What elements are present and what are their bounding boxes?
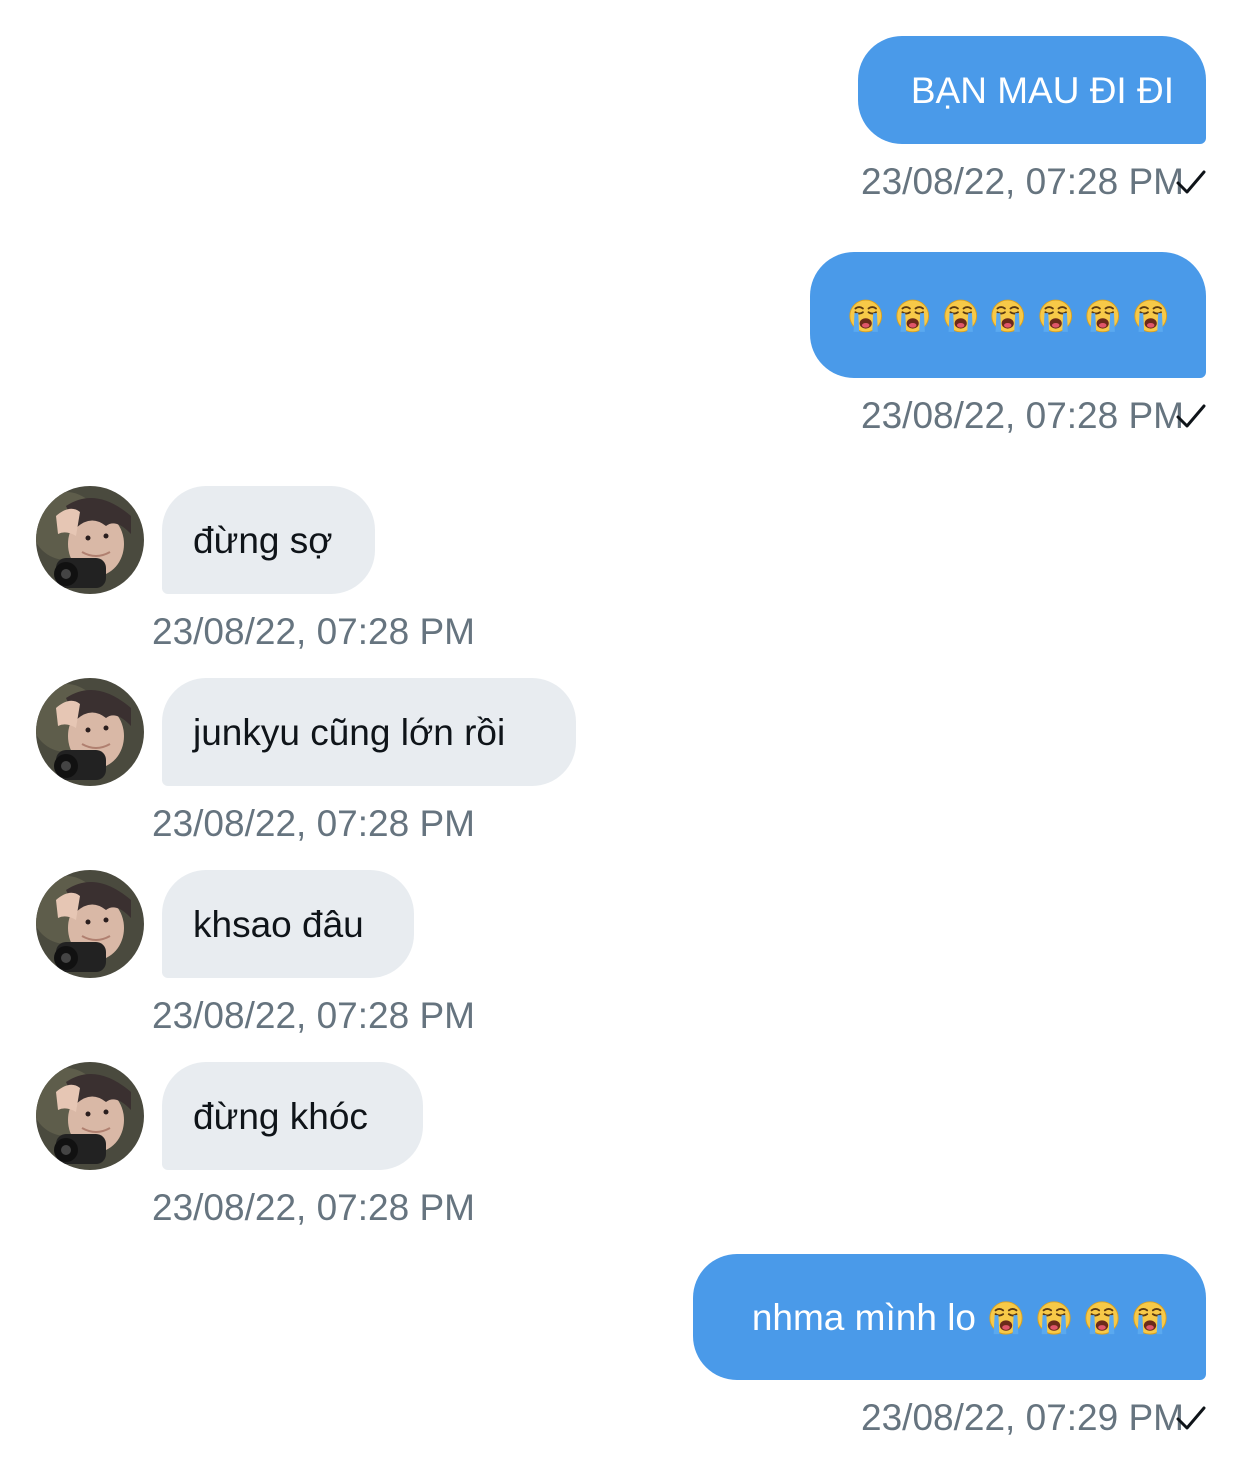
loudly-crying-face-icon (1131, 1298, 1169, 1336)
check-icon (1174, 1401, 1208, 1435)
loudly-crying-face-icon (987, 1298, 1025, 1336)
message-timestamp: 23/08/22, 07:29 PM (861, 1397, 1184, 1438)
loudly-crying-face-icon (1035, 1298, 1073, 1336)
message-bubble[interactable]: nhma mình lo (693, 1254, 1206, 1380)
message-sent-3: nhma mình lo 23/08/22, 07:29 PM (0, 0, 1242, 1459)
loudly-crying-face-icon (1083, 1298, 1121, 1336)
message-text: nhma mình lo (751, 1296, 976, 1338)
